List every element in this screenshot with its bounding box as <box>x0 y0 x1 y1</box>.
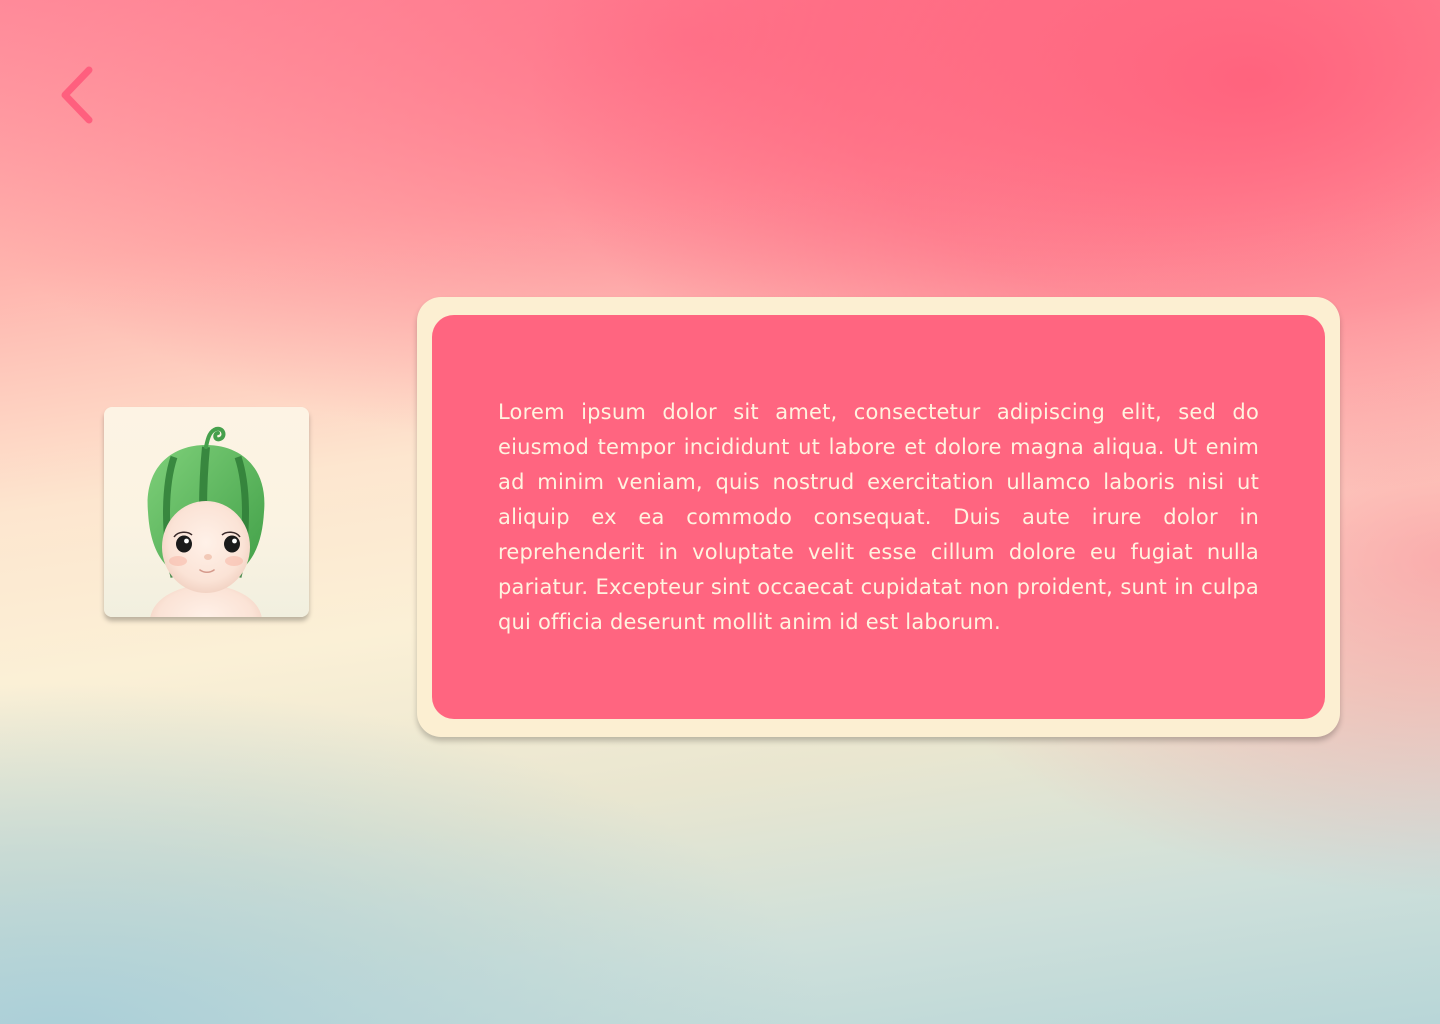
description-text: Lorem ipsum dolor sit amet, consectetur … <box>498 400 1259 634</box>
avatar-image <box>104 407 309 617</box>
description-card: Lorem ipsum dolor sit amet, consectetur … <box>417 297 1340 737</box>
watermelon-doll-figure <box>147 426 265 617</box>
description-card-body: Lorem ipsum dolor sit amet, consectetur … <box>432 315 1325 719</box>
chevron-left-icon <box>61 66 93 124</box>
back-button[interactable] <box>52 60 102 130</box>
